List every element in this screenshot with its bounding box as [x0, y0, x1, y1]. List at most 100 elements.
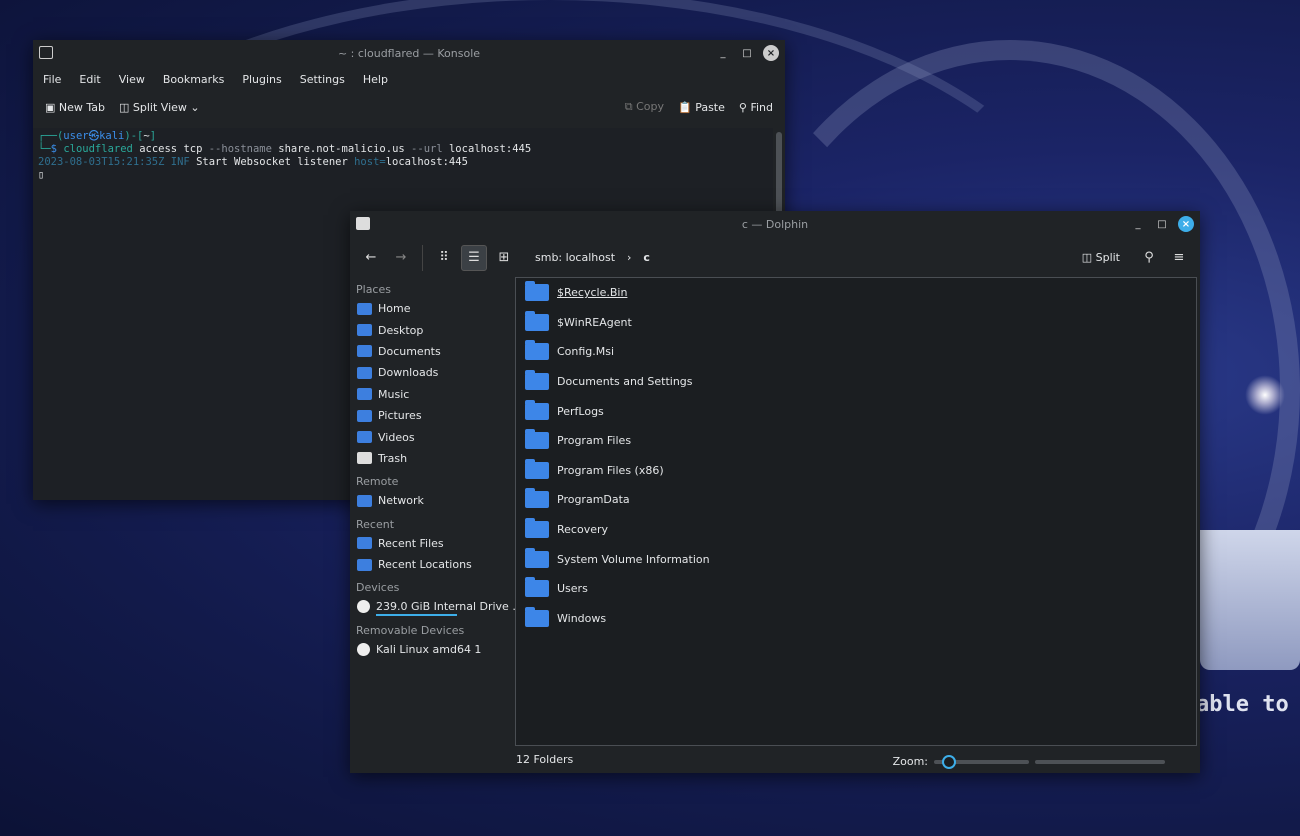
sidebar-section-label: Recent	[356, 517, 395, 531]
file-row[interactable]: Windows	[516, 604, 1196, 634]
place-icon	[357, 558, 372, 571]
dolphin-titlebar[interactable]: c — Dolphin _ □ ×	[350, 211, 1200, 238]
sidebar-item-label: Home	[378, 302, 411, 316]
search-button[interactable]: ⚲	[1136, 245, 1162, 271]
paste-icon: 📋	[677, 100, 696, 114]
menu-help[interactable]: Help	[363, 73, 388, 86]
konsole-toolbar: ▣ New Tab ◫ Split View ⌄ ⧉ Copy 📋 Paste …	[33, 92, 785, 122]
place-icon	[357, 409, 372, 422]
file-row[interactable]: Recovery	[516, 515, 1196, 545]
sidebar-item-label: Pictures	[378, 409, 422, 423]
file-row[interactable]: Program Files (x86)	[516, 456, 1196, 486]
menu-view[interactable]: View	[119, 73, 145, 86]
zoom-slider[interactable]	[934, 754, 1029, 769]
sidebar-item[interactable]: Home	[350, 298, 513, 319]
scrollbar[interactable]	[776, 132, 782, 222]
folder-icon	[356, 217, 370, 230]
file-row[interactable]: System Volume Information	[516, 544, 1196, 574]
option-hostname: --hostname	[208, 143, 272, 155]
list-icon: ☰	[468, 250, 480, 265]
sidebar-item[interactable]: Recent Locations	[350, 554, 513, 575]
dolphin-window: c — Dolphin _ □ × ← → ⠿ ☰ ⊞ smb: localhost…	[350, 211, 1200, 773]
menu-bookmarks[interactable]: Bookmarks	[163, 73, 224, 86]
copy-label: Copy	[636, 100, 664, 113]
file-row[interactable]: ProgramData	[516, 485, 1196, 515]
zoom-label: Zoom:	[892, 755, 928, 768]
close-button[interactable]: ×	[763, 45, 779, 61]
sidebar-item[interactable]: Downloads	[350, 362, 513, 383]
chevron-down-icon: ⌄	[190, 100, 200, 114]
command: cloudflared	[63, 143, 133, 155]
zoom-slider-handle[interactable]	[942, 754, 956, 769]
folder-icon	[525, 458, 549, 479]
konsole-titlebar[interactable]: ~ : cloudflared — Konsole _ □ ×	[33, 40, 785, 67]
sidebar-item[interactable]: 239.0 GiB Internal Drive ...	[350, 596, 523, 617]
file-row[interactable]: Users	[516, 574, 1196, 604]
place-icon	[357, 452, 372, 465]
log-key: host=	[354, 156, 386, 168]
minimize-button[interactable]: _	[1130, 216, 1146, 232]
log-message: Start Websocket listener	[196, 156, 348, 168]
sidebar-item-label: Videos	[378, 430, 415, 444]
close-button[interactable]: ×	[1178, 216, 1194, 232]
file-row[interactable]: $WinREAgent	[516, 308, 1196, 338]
paste-button[interactable]: 📋 Paste	[678, 101, 725, 114]
menu-plugins[interactable]: Plugins	[242, 73, 281, 86]
new-tab-button[interactable]: ▣ New Tab	[45, 101, 105, 114]
status-bar: 12 Folders Zoom:	[350, 746, 1200, 773]
place-icon	[357, 642, 370, 656]
prompt-user: user	[63, 130, 89, 142]
file-view[interactable]: $Recycle.Bin $WinREAgent Config.Msi Documen…	[515, 277, 1197, 746]
place-icon	[357, 366, 372, 379]
sidebar-item[interactable]: Documents	[350, 341, 513, 362]
file-row[interactable]: PerfLogs	[516, 396, 1196, 426]
sidebar-item[interactable]: Music	[350, 384, 513, 405]
sidebar-item-label: Downloads	[378, 366, 439, 380]
sidebar-item-label: Trash	[378, 451, 408, 465]
folder-icon	[525, 399, 549, 420]
sidebar-section-label: Devices	[356, 581, 400, 595]
folder-icon	[525, 340, 549, 361]
folder-icon	[525, 518, 549, 539]
menu-button[interactable]: ≡	[1166, 245, 1192, 271]
split-view-label: Split View	[132, 100, 187, 114]
file-row[interactable]: Config.Msi	[516, 337, 1196, 367]
sidebar-item-label: Network	[378, 494, 424, 508]
menu-settings[interactable]: Settings	[300, 73, 345, 86]
tree-view-button[interactable]: ⊞	[491, 245, 517, 271]
places-panel: Places Home Desktop Documents Downloads Music…	[350, 277, 523, 746]
menu-edit[interactable]: Edit	[79, 73, 100, 86]
copy-button[interactable]: ⧉ Copy	[625, 100, 664, 114]
minimize-button[interactable]: _	[715, 45, 731, 61]
sidebar-item[interactable]: Recent Files	[350, 533, 513, 554]
folder-icon	[525, 310, 549, 331]
folder-icon	[525, 606, 549, 627]
log-value: localhost:445	[385, 156, 468, 168]
back-button[interactable]: ←	[358, 245, 384, 271]
split-label: Split	[1095, 251, 1120, 264]
sidebar-item[interactable]: Videos	[350, 426, 513, 447]
file-row[interactable]: Documents and Settings	[516, 367, 1196, 397]
sidebar-item[interactable]: Desktop	[350, 319, 513, 340]
icons-view-button[interactable]: ⠿	[431, 245, 457, 271]
file-row[interactable]: $Recycle.Bin	[516, 278, 1196, 308]
wallpaper-logo	[1200, 530, 1300, 670]
new-tab-icon: ▣	[45, 100, 59, 114]
window-title: ~ : cloudflared — Konsole	[337, 47, 481, 60]
breadcrumb-c[interactable]: c	[643, 251, 650, 264]
sidebar-item[interactable]: Trash	[350, 448, 513, 469]
find-button[interactable]: ⚲ Find	[739, 101, 773, 114]
grid-icon: ⠿	[439, 250, 449, 265]
sidebar-item[interactable]: Kali Linux amd64 1	[350, 639, 513, 660]
sidebar-item[interactable]: Pictures	[350, 405, 513, 426]
forward-button[interactable]: →	[388, 245, 414, 271]
sidebar-item[interactable]: Network	[350, 490, 513, 511]
split-view-button[interactable]: ◫ Split View ⌄	[119, 101, 200, 114]
maximize-button[interactable]: □	[739, 45, 755, 61]
breadcrumb-smb[interactable]: smb: localhost	[535, 251, 615, 264]
menu-file[interactable]: File	[43, 73, 61, 86]
maximize-button[interactable]: □	[1154, 216, 1170, 232]
file-row[interactable]: Program Files	[516, 426, 1196, 456]
details-view-button[interactable]: ☰	[461, 244, 487, 271]
split-button[interactable]: ◫ Split	[1082, 251, 1120, 264]
